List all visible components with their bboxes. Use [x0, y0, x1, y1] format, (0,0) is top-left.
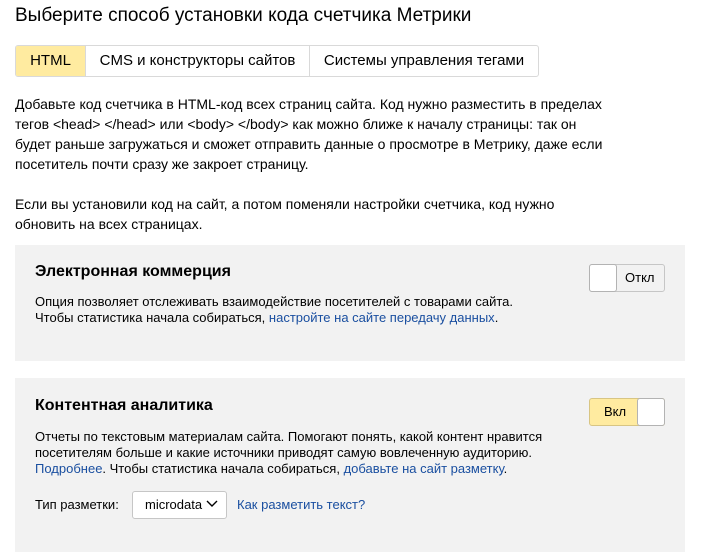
install-method-tabs: HTML CMS и конструкторы сайтов Системы у… [15, 45, 539, 77]
add-markup-link[interactable]: добавьте на сайт разметку [344, 461, 504, 476]
content-analytics-desc-middle: . Чтобы статистика начала собираться, [102, 461, 344, 476]
intro-paragraph-2: Если вы установили код на сайт, а потом … [15, 196, 555, 232]
markup-type-label: Тип разметки: [35, 497, 119, 512]
tab-cms[interactable]: CMS и конструкторы сайтов [86, 46, 310, 76]
content-analytics-desc-suffix: . [503, 461, 508, 476]
toggle-knob[interactable] [637, 398, 665, 426]
toggle-label: Откл [625, 270, 655, 285]
ecommerce-desc-line-1: Опция позволяет отслеживать взаимодейств… [35, 294, 513, 309]
content-analytics-card: Контентная аналитика Вкл Отчеты по текст… [15, 378, 685, 552]
tab-html[interactable]: HTML [16, 46, 86, 76]
toggle-knob[interactable] [589, 264, 617, 292]
toggle-label: Вкл [604, 404, 627, 419]
ecommerce-title: Электронная коммерция [35, 263, 231, 280]
ecommerce-desc-suffix: . [494, 310, 499, 325]
content-analytics-toggle[interactable]: Вкл [589, 398, 665, 426]
content-analytics-title: Контентная аналитика [35, 397, 213, 414]
page-title: Выберите способ установки кода счетчика … [15, 5, 472, 26]
more-info-link[interactable]: Подробнее [35, 461, 102, 476]
chevron-down-icon [206, 500, 218, 507]
content-analytics-desc-text: Отчеты по текстовым материалам сайта. По… [35, 429, 543, 460]
ecommerce-toggle[interactable]: Откл [589, 264, 665, 292]
ecommerce-card: Электронная коммерция Откл Опция позволя… [15, 245, 685, 361]
markup-type-select[interactable]: microdata [132, 491, 227, 519]
ecommerce-desc-prefix: Чтобы статистика начала собираться, [35, 310, 269, 325]
ecommerce-description: Опция позволяет отслеживать взаимодейств… [35, 294, 565, 326]
content-analytics-description: Отчеты по текстовым материалам сайта. По… [35, 429, 565, 477]
intro-paragraph-1: Добавьте код счетчика в HTML-код всех ст… [15, 96, 603, 172]
markup-type-value: microdata [145, 497, 203, 512]
ecommerce-setup-link[interactable]: настройте на сайте передачу данных [269, 310, 495, 325]
tab-tag-managers[interactable]: Системы управления тегами [310, 46, 538, 76]
markup-help-link[interactable]: Как разметить текст? [237, 497, 365, 513]
